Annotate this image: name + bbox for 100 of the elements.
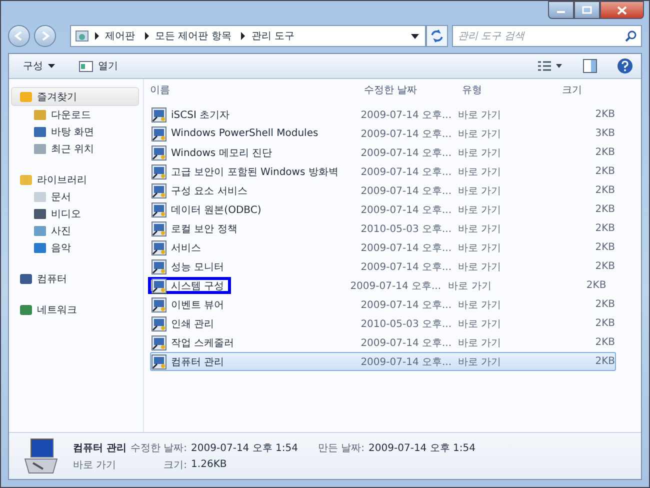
field-label: 크기: xyxy=(162,458,188,472)
help-button[interactable] xyxy=(615,58,635,74)
file-row[interactable]: 성능 모니터 2009-07-14 오후... 바로 가기 2KB xyxy=(150,257,616,276)
file-row[interactable]: 이벤트 뷰어 2009-07-14 오후... 바로 가기 2KB xyxy=(150,295,616,314)
control-panel-icon xyxy=(75,29,89,43)
field-value: 1.26KB xyxy=(191,459,228,470)
shortcut-icon xyxy=(151,182,167,198)
list-view-icon xyxy=(537,60,563,72)
size-cell-text: 2KB xyxy=(594,299,616,310)
type-cell-text: 바로 가기 xyxy=(458,128,502,140)
forward-button[interactable] xyxy=(34,25,56,47)
date-cell-text: 2009-07-14 오후... xyxy=(360,166,453,178)
size-cell-text: 2KB xyxy=(594,337,616,348)
file-name: iSCSI 초기자 xyxy=(171,108,230,122)
size-cell-text: 2KB xyxy=(594,223,616,234)
sidebar-item[interactable]: 비디오 xyxy=(9,205,143,222)
file-row[interactable]: 로컬 보안 정책 2010-05-03 오후... 바로 가기 2KB xyxy=(150,219,616,238)
date-cell-text: 2009-07-14 오후... xyxy=(360,298,453,312)
file-name: 인쇄 관리 xyxy=(171,318,214,330)
file-row[interactable]: 데이터 원본(ODBC) 2009-07-14 오후... 바로 가기 2KB xyxy=(150,200,616,219)
type-cell-text: 바로 가기 xyxy=(458,108,502,122)
sidebar-item[interactable]: 다운로드 xyxy=(9,106,143,123)
file-row[interactable]: Windows PowerShell Modules 2009-07-14 오후... 바로 가기 3KB xyxy=(150,124,616,143)
shortcut-icon xyxy=(151,220,167,236)
type-cell-text: 바로 가기 xyxy=(458,356,502,368)
column-header[interactable]: 유형 xyxy=(462,83,562,97)
sidebar-item[interactable]: 바탕 화면 xyxy=(9,123,143,140)
sidebar-item[interactable]: 음악 xyxy=(9,239,143,256)
item-name: 컴퓨터 관리 xyxy=(73,442,126,454)
sidebar-item[interactable]: 네트워크 xyxy=(9,301,143,318)
date-cell-text: 2009-07-14 오후... xyxy=(360,184,453,198)
size-cell-text: 2KB xyxy=(594,242,616,253)
refresh-button[interactable] xyxy=(426,25,448,47)
open-button[interactable]: 열기 xyxy=(75,57,122,75)
back-button[interactable] xyxy=(8,25,30,47)
column-header[interactable]: 크기 xyxy=(562,83,614,97)
sidebar-item[interactable]: 문서 xyxy=(9,188,143,205)
column-header[interactable]: 수정한 날짜 xyxy=(364,83,462,97)
preview-pane-icon xyxy=(583,59,597,73)
chevron-icon xyxy=(94,32,100,40)
type-cell-text: 바로 가기 xyxy=(458,298,502,312)
date-cell-text: 2010-05-03 오후... xyxy=(360,318,453,330)
sidebar-item[interactable]: 컴퓨터 xyxy=(9,270,143,287)
chevron-icon xyxy=(144,32,150,40)
preview-pane-button[interactable] xyxy=(581,59,599,73)
date-cell-text: 2009-07-14 오후... xyxy=(360,146,453,160)
file-row[interactable]: 서비스 2009-07-14 오후... 바로 가기 2KB xyxy=(150,238,616,257)
type-cell-text: 바로 가기 xyxy=(458,184,502,198)
file-name: 구성 요소 서비스 xyxy=(171,184,248,198)
breadcrumb-item[interactable]: 관리 도구 xyxy=(251,29,295,43)
size-cell-text: 2KB xyxy=(594,356,616,367)
breadcrumb-item[interactable]: 모든 제어판 항목 xyxy=(155,29,232,43)
field-label: 수정한 날짜: xyxy=(130,442,188,454)
file-name: 로컬 보안 정책 xyxy=(171,222,238,236)
file-row[interactable]: iSCSI 초기자 2009-07-14 오후... 바로 가기 2KB xyxy=(150,105,616,124)
file-row[interactable]: 시스템 구성 2009-07-14 오후... 바로 가기 2KB xyxy=(150,276,616,295)
file-row[interactable]: 고급 보안이 포함된 Windows 방화벽 2009-07-14 오후... 바로 가기 2KB xyxy=(150,162,616,181)
type-cell-text: 바로 가기 xyxy=(458,260,502,274)
view-options-button[interactable] xyxy=(535,60,565,72)
shortcut-icon xyxy=(151,316,167,332)
type-cell-text: 바로 가기 xyxy=(458,146,502,160)
maximize-button[interactable] xyxy=(574,1,600,19)
shortcut-icon xyxy=(151,354,167,370)
size-cell-text: 2KB xyxy=(594,147,616,158)
type-cell-text: 바로 가기 xyxy=(458,222,502,236)
date-cell-text: 2010-05-03 오후... xyxy=(360,222,453,236)
file-row[interactable]: 구성 요소 서비스 2009-07-14 오후... 바로 가기 2KB xyxy=(150,181,616,200)
shortcut-icon xyxy=(151,258,167,274)
close-button[interactable] xyxy=(600,1,644,19)
size-cell-text: 2KB xyxy=(594,166,616,177)
column-header[interactable]: 이름 xyxy=(150,83,364,97)
search-field[interactable]: 관리 도구 검색 xyxy=(452,25,642,47)
type-cell-text: 바로 가기 xyxy=(458,318,502,330)
size-cell-text: 2KB xyxy=(594,261,616,272)
file-row[interactable]: 작업 스케줄러 2009-07-14 오후... 바로 가기 2KB xyxy=(150,333,616,352)
file-name: 이벤트 뷰어 xyxy=(171,298,224,312)
sidebar-item[interactable]: 최근 위치 xyxy=(9,140,143,157)
file-name: 시스템 구성 xyxy=(171,280,224,292)
shortcut-icon xyxy=(151,144,167,160)
minimize-button[interactable] xyxy=(548,1,574,19)
type-cell-text: 바로 가기 xyxy=(458,336,502,350)
size-cell-text: 2KB xyxy=(594,318,616,329)
file-row[interactable]: 컴퓨터 관리 2009-07-14 오후... 바로 가기 2KB xyxy=(150,352,616,371)
sidebar-item[interactable]: 라이브러리 xyxy=(9,171,143,188)
shortcut-icon xyxy=(151,278,167,294)
file-name: 성능 모니터 xyxy=(171,260,224,274)
sidebar-item[interactable]: 사진 xyxy=(9,222,143,239)
type-cell-text: 바로 가기 xyxy=(458,204,502,216)
help-icon xyxy=(617,58,633,74)
field-value: 2009-07-14 오후 1:54 xyxy=(368,442,476,454)
item-type: 바로 가기 xyxy=(73,458,118,472)
organize-button[interactable]: 구성 xyxy=(19,57,59,75)
sidebar-item[interactable]: 즐겨찾기 xyxy=(11,87,139,106)
file-row[interactable]: Windows 메모리 진단 2009-07-14 오후... 바로 가기 2KB xyxy=(150,143,616,162)
search-icon xyxy=(625,30,637,42)
breadcrumb-item[interactable]: 제어판 xyxy=(105,29,135,43)
date-cell-text: 2009-07-14 오후... xyxy=(360,128,453,140)
file-name: Windows 메모리 진단 xyxy=(171,146,272,160)
file-row[interactable]: 인쇄 관리 2010-05-03 오후... 바로 가기 2KB xyxy=(150,314,616,333)
address-bar[interactable]: 제어판 모든 제어판 항목 관리 도구 xyxy=(70,25,426,47)
